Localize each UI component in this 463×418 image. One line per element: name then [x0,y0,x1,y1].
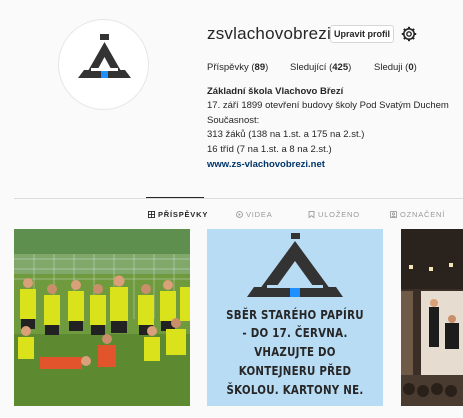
tab-posts-label: PŘÍSPĚVKY [158,210,209,219]
bio-website-link[interactable]: www.zs-vlachovobrezi.net [207,159,325,170]
tabs-divider [14,198,463,199]
stat-followers-label: Sledující [290,62,327,73]
tab-posts[interactable]: PŘÍSPĚVKY [148,210,208,219]
tagged-icon [390,211,397,218]
school-logo-icon [247,233,343,297]
settings-gear-icon[interactable] [401,26,417,42]
poster-line: - DO 17. ČERVNA. [242,325,348,340]
football-team-photo [14,229,190,406]
grid-icon [148,211,155,218]
profile-avatar[interactable] [58,19,149,110]
tab-saved[interactable]: ULOŽENO [308,210,360,219]
profile-username: zsvlachovobrezi [207,24,331,43]
concert-hall-photo [401,229,463,406]
poster-line: ŠKOLOU. KARTONY NE. [226,382,364,397]
bookmark-icon [308,211,315,218]
post-concert-hall[interactable] [401,229,463,406]
tab-saved-label: ULOŽENO [318,210,360,219]
tab-tagged-label: OZNAČENÍ [400,210,446,219]
stat-followers-count: 425 [332,62,349,73]
school-logo-icon [78,34,131,78]
stat-following-count: 0 [408,62,414,73]
post-paper-collection-poster[interactable]: SBĚR STARÉHO PAPÍRU - DO 17. ČERVNA. VHA… [207,229,383,406]
stat-posts-count: 89 [254,62,266,73]
tab-tagged[interactable]: OZNAČENÍ [390,210,445,219]
stat-following[interactable]: Sleduji (0) [374,62,417,73]
stat-following-label: Sleduji [374,62,403,73]
edit-profile-button[interactable]: Upravit profil [330,25,394,43]
video-icon [236,211,243,218]
poster-line: VHAZUJTE DO [254,344,336,359]
stat-posts-label: Příspěvky [207,62,249,73]
stat-posts: Příspěvky (89) [207,62,269,73]
stat-followers[interactable]: Sledující (425) [290,62,351,73]
bio-name: Základní škola Vlachovo Březí [207,86,344,97]
bio-line: 313 žáků (138 na 1.st. a 175 na 2.st.) [207,129,365,140]
poster-line: SBĚR STARÉHO PAPÍRU [226,307,364,322]
bio-line: 16 tříd (7 na 1.st. a 8 na 2.st.) [207,144,332,155]
poster-line: KONTEJNERU PŘED [238,363,352,378]
post-football-team[interactable] [14,229,190,406]
tab-videos-label: VIDEA [246,210,273,219]
tab-videos[interactable]: VIDEA [236,210,273,219]
bio-line: Současnost: [207,115,260,126]
bio-line: 17. září 1899 otevření budovy školy Pod … [207,100,449,111]
active-tab-indicator [146,197,204,198]
